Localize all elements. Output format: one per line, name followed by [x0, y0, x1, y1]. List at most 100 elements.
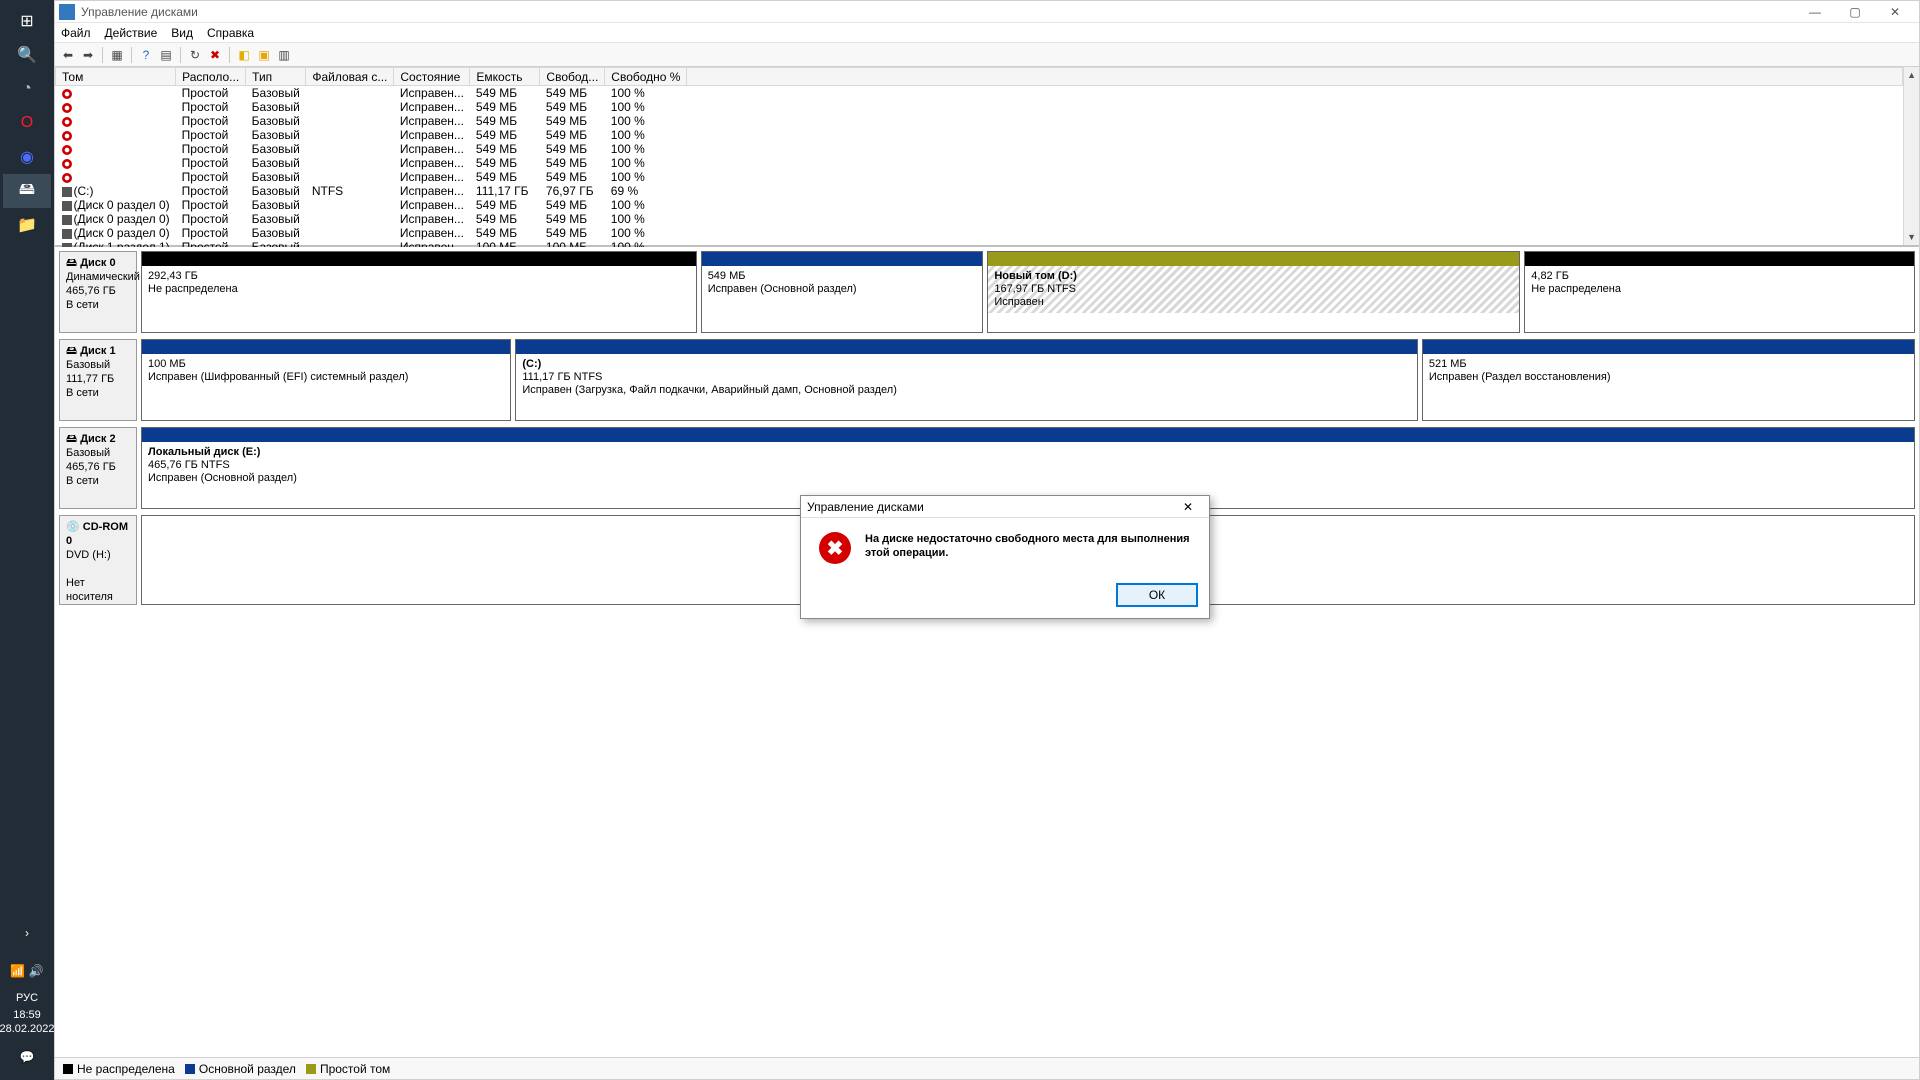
taskbar-language[interactable]: РУС — [16, 992, 38, 1004]
cell: Простой — [176, 170, 246, 184]
cell: 549 МБ — [540, 128, 605, 142]
delete-button[interactable]: ✖ — [206, 46, 224, 64]
toolbar-button[interactable]: ◧ — [235, 46, 253, 64]
forward-button[interactable]: ➡ — [79, 46, 97, 64]
taskbar-app[interactable]: ◔ — [3, 72, 51, 106]
table-row[interactable]: ПростойБазовыйИсправен...549 МБ549 МБ100… — [56, 86, 1903, 101]
cell: 549 МБ — [470, 212, 540, 226]
cell: 549 МБ — [470, 198, 540, 212]
partition[interactable]: 100 МБИсправен (Шифрованный (EFI) систем… — [141, 339, 511, 421]
cell — [56, 128, 176, 142]
menu-help[interactable]: Справка — [207, 26, 254, 40]
table-row[interactable]: ПростойБазовыйИсправен...549 МБ549 МБ100… — [56, 114, 1903, 128]
search-button[interactable]: 🔍 — [3, 38, 51, 72]
table-row[interactable]: ПростойБазовыйИсправен...549 МБ549 МБ100… — [56, 170, 1903, 184]
menu-view[interactable]: Вид — [171, 26, 193, 40]
back-button[interactable]: ⬅ — [59, 46, 77, 64]
cell: 549 МБ — [540, 100, 605, 114]
disk-icon — [62, 201, 72, 211]
taskbar-network[interactable]: 📶 🔊 — [3, 954, 51, 988]
steam-icon: ◔ — [22, 80, 32, 98]
column-header[interactable]: Располо... — [176, 68, 246, 86]
column-header[interactable]: Емкость — [470, 68, 540, 86]
minimize-button[interactable]: — — [1795, 1, 1835, 23]
cell — [56, 170, 176, 184]
cell — [687, 128, 1903, 142]
cell: 549 МБ — [470, 114, 540, 128]
table-row[interactable]: ПростойБазовыйИсправен...549 МБ549 МБ100… — [56, 156, 1903, 170]
cell: (Диск 0 раздел 0) — [56, 198, 176, 212]
table-row[interactable]: ПростойБазовыйИсправен...549 МБ549 МБ100… — [56, 128, 1903, 142]
dialog-titlebar: Управление дисками ✕ — [801, 496, 1209, 518]
cell — [306, 128, 394, 142]
volume-list: ТомРасполо...ТипФайловая с...СостояниеЕм… — [55, 67, 1919, 247]
dialog-close-button[interactable]: ✕ — [1173, 496, 1203, 518]
cell — [56, 86, 176, 101]
refresh-button[interactable]: ↻ — [186, 46, 204, 64]
cell: Исправен... — [394, 100, 470, 114]
menu-action[interactable]: Действие — [105, 26, 158, 40]
close-button[interactable]: ✕ — [1875, 1, 1915, 23]
legend-primary: Основной раздел — [199, 1062, 296, 1076]
column-header[interactable]: Тип — [246, 68, 306, 86]
partition[interactable]: (C:)111,17 ГБ NTFSИсправен (Загрузка, Фа… — [515, 339, 1417, 421]
partition[interactable]: 4,82 ГБНе распределена — [1524, 251, 1915, 333]
cell: 549 МБ — [470, 156, 540, 170]
partition[interactable]: Новый том (D:)167,97 ГБ NTFSИсправен — [987, 251, 1520, 333]
disk-label[interactable]: 💿 CD-ROM 0DVD (H:)Нет носителя — [59, 515, 137, 605]
toolbar-button[interactable]: ▥ — [275, 46, 293, 64]
cell: (Диск 0 раздел 0) — [56, 212, 176, 226]
taskbar-disk-mgmt[interactable]: 🖴 — [3, 174, 51, 208]
warn-icon — [62, 131, 72, 141]
column-header[interactable]: Свободно % — [605, 68, 687, 86]
volume-table[interactable]: ТомРасполо...ТипФайловая с...СостояниеЕм… — [55, 67, 1903, 268]
cell: 549 МБ — [540, 198, 605, 212]
cell: 100 % — [605, 170, 687, 184]
scrollbar[interactable]: ▲ ▼ — [1903, 67, 1919, 245]
disk-icon — [62, 229, 72, 239]
cell: Базовый — [246, 212, 306, 226]
taskbar-app[interactable]: O — [3, 106, 51, 140]
help-button[interactable]: ? — [137, 46, 155, 64]
partition[interactable]: 549 МБИсправен (Основной раздел) — [701, 251, 984, 333]
taskbar-arrow[interactable]: › — [3, 916, 51, 950]
taskbar-explorer[interactable]: 📁 — [3, 208, 51, 242]
maximize-button[interactable]: ▢ — [1835, 1, 1875, 23]
disk-label[interactable]: 🖴 Диск 0Динамический465,76 ГБВ сети — [59, 251, 137, 333]
column-header[interactable]: Файловая с... — [306, 68, 394, 86]
cell — [56, 100, 176, 114]
menu-file[interactable]: Файл — [61, 26, 91, 40]
scroll-down-icon[interactable]: ▼ — [1904, 229, 1919, 245]
disk-label[interactable]: 🖴 Диск 1Базовый111,77 ГБВ сети — [59, 339, 137, 421]
ok-button[interactable]: ОК — [1117, 584, 1197, 606]
toolbar-button[interactable]: ▤ — [157, 46, 175, 64]
table-row[interactable]: ПростойБазовыйИсправен...549 МБ549 МБ100… — [56, 142, 1903, 156]
cell: Базовый — [246, 226, 306, 240]
cell: Простой — [176, 128, 246, 142]
partition-stripe — [988, 252, 1519, 266]
column-header[interactable]: Состояние — [394, 68, 470, 86]
disk-label[interactable]: 🖴 Диск 2Базовый465,76 ГБВ сети — [59, 427, 137, 509]
cell — [306, 142, 394, 156]
partition[interactable]: 521 МБИсправен (Раздел восстановления) — [1422, 339, 1915, 421]
toolbar-button[interactable]: ▦ — [108, 46, 126, 64]
taskbar-notifications[interactable]: 💬 — [3, 1040, 51, 1074]
table-row[interactable]: (Диск 0 раздел 0)ПростойБазовыйИсправен.… — [56, 198, 1903, 212]
table-row[interactable]: (C:)ПростойБазовыйNTFSИсправен...111,17 … — [56, 184, 1903, 198]
cell: Исправен... — [394, 86, 470, 101]
column-header[interactable]: Свобод... — [540, 68, 605, 86]
doc-icon: ▣ — [258, 48, 269, 62]
taskbar-clock[interactable]: 18:59 28.02.2022 — [0, 1008, 55, 1036]
cell — [687, 100, 1903, 114]
table-row[interactable]: (Диск 0 раздел 0)ПростойБазовыйИсправен.… — [56, 212, 1903, 226]
toolbar-button[interactable]: ▣ — [255, 46, 273, 64]
table-row[interactable]: ПростойБазовыйИсправен...549 МБ549 МБ100… — [56, 100, 1903, 114]
scroll-up-icon[interactable]: ▲ — [1904, 67, 1919, 83]
partition[interactable]: 292,43 ГБНе распределена — [141, 251, 697, 333]
column-header[interactable]: Том — [56, 68, 176, 86]
cell: 549 МБ — [470, 100, 540, 114]
cell — [687, 184, 1903, 198]
start-button[interactable]: ⊞ — [3, 4, 51, 38]
taskbar-app[interactable]: ◉ — [3, 140, 51, 174]
table-row[interactable]: (Диск 0 раздел 0)ПростойБазовыйИсправен.… — [56, 226, 1903, 240]
